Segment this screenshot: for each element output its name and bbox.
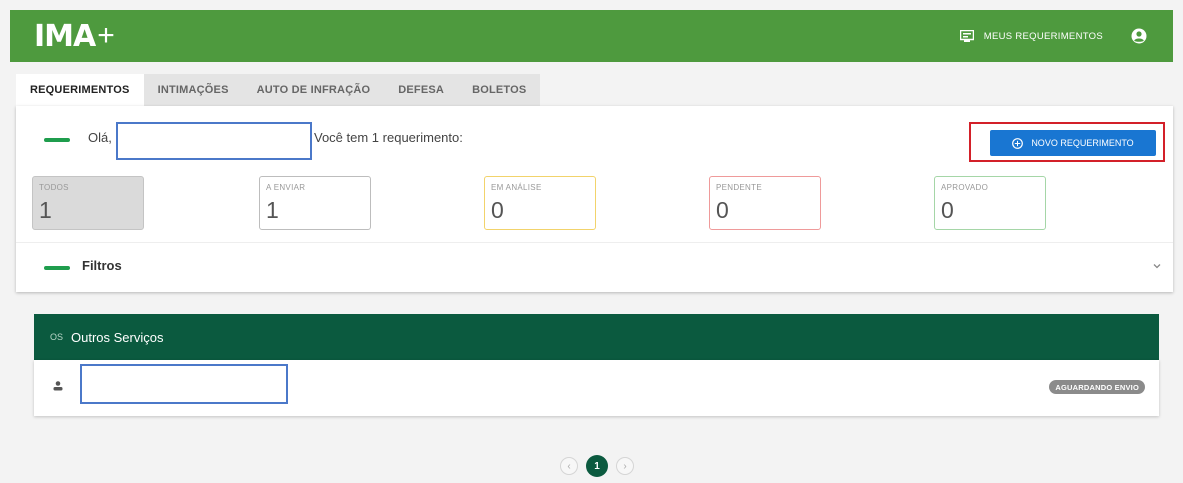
meus-requerimentos-label: MEUS REQUERIMENTOS [983, 30, 1103, 42]
outros-servicos-title: Outros Serviços [71, 329, 164, 345]
top-app-bar: IMA + MEUS REQUERIMENTOS [10, 10, 1173, 62]
stat-aprovado-value: 0 [941, 197, 954, 223]
service-list-item[interactable]: AGUARDANDO ENVIO [34, 360, 1159, 416]
stat-pendente-value: 0 [716, 197, 729, 223]
logo-text: IMA [34, 18, 96, 54]
chevron-down-icon[interactable] [1151, 260, 1163, 272]
stat-pendente[interactable]: PENDENTE 0 [709, 176, 821, 230]
stat-pendente-label: PENDENTE [716, 183, 762, 192]
meus-requerimentos-link[interactable]: MEUS REQUERIMENTOS [959, 30, 1103, 42]
tab-requerimentos[interactable]: REQUERIMENTOS [16, 74, 144, 106]
pagination: ‹ 1 › [560, 455, 634, 477]
logo-plus: + [97, 19, 115, 52]
stat-a-enviar[interactable]: A ENVIAR 1 [259, 176, 371, 230]
outros-servicos-header: OS Outros Serviços [34, 314, 1159, 360]
filtros-toggle[interactable]: Filtros [82, 258, 122, 273]
stat-a-enviar-value: 1 [266, 197, 279, 223]
stat-a-enviar-label: A ENVIAR [266, 183, 306, 192]
stat-em-analise-value: 0 [491, 197, 504, 223]
page-1-button[interactable]: 1 [586, 455, 608, 477]
app-logo[interactable]: IMA + [34, 19, 115, 54]
stat-todos-label: TODOS [39, 183, 69, 192]
prev-page-button[interactable]: ‹ [560, 457, 578, 475]
plus-circle-icon [1012, 137, 1024, 149]
stat-aprovado[interactable]: APROVADO 0 [934, 176, 1046, 230]
stat-em-analise[interactable]: EM ANÁLISE 0 [484, 176, 596, 230]
person-icon [53, 381, 63, 391]
os-tag: OS [50, 332, 64, 342]
redacted-username [116, 122, 312, 160]
greeting-text: Olá, [88, 130, 112, 145]
novo-requerimento-label: NOVO REQUERIMENTO [1031, 138, 1134, 148]
stat-todos-value: 1 [39, 197, 52, 223]
user-circle-icon[interactable] [1131, 28, 1147, 44]
divider [16, 242, 1173, 243]
next-page-button[interactable]: › [616, 457, 634, 475]
status-badge: AGUARDANDO ENVIO [1049, 380, 1145, 394]
section-marker [44, 138, 70, 142]
requerimento-count-text: Você tem 1 requerimento: [314, 130, 463, 145]
tab-bar: REQUERIMENTOS INTIMAÇÕES AUTO DE INFRAÇÃ… [16, 74, 541, 106]
stat-aprovado-label: APROVADO [941, 183, 989, 192]
tab-boletos[interactable]: BOLETOS [458, 74, 540, 106]
tab-intimacoes[interactable]: INTIMAÇÕES [144, 74, 243, 106]
requerimentos-card: Olá, Você tem 1 requerimento: NOVO REQUE… [16, 106, 1173, 292]
tab-auto-de-infracao[interactable]: AUTO DE INFRAÇÃO [243, 74, 385, 106]
tab-defesa[interactable]: DEFESA [384, 74, 458, 106]
redacted-service-name [80, 364, 288, 404]
stat-em-analise-label: EM ANÁLISE [491, 183, 542, 192]
novo-requerimento-button[interactable]: NOVO REQUERIMENTO [990, 130, 1156, 156]
filter-marker [44, 266, 70, 270]
document-list-icon [959, 30, 974, 42]
stat-todos[interactable]: TODOS 1 [32, 176, 144, 230]
